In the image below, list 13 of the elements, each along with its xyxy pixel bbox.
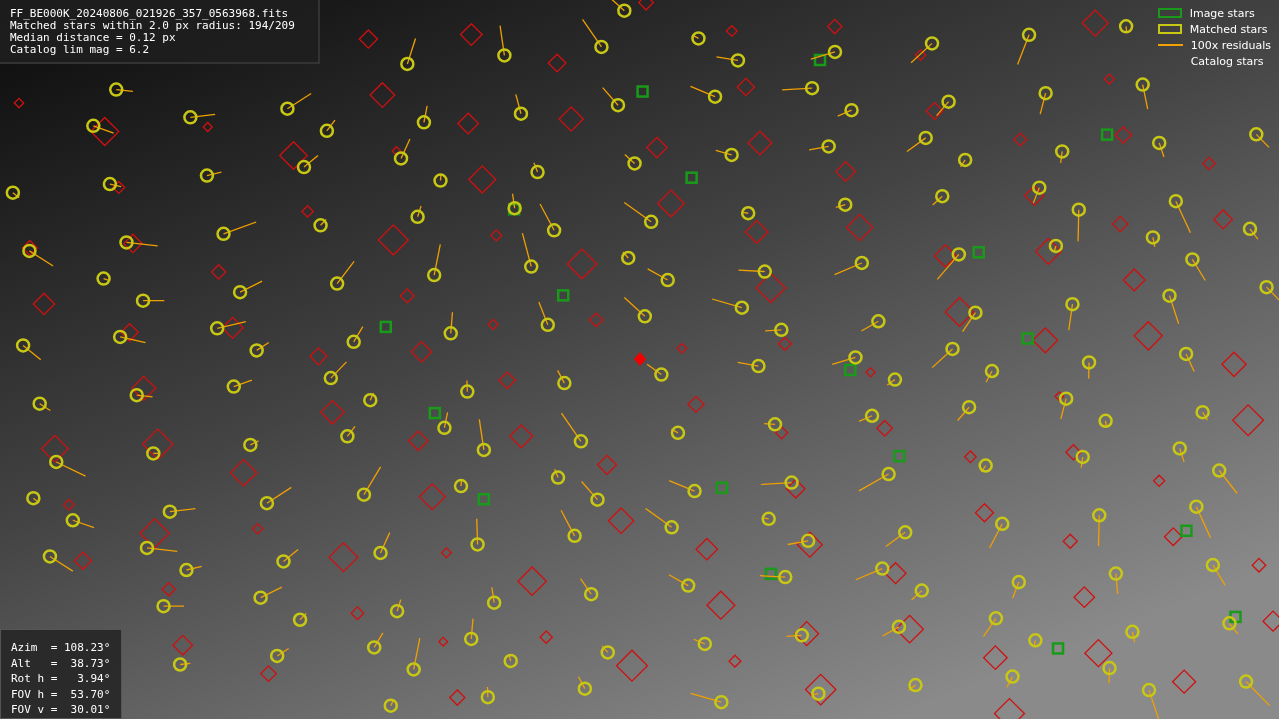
legend-label: Image stars: [1189, 6, 1255, 20]
legend-label: Matched stars: [1189, 22, 1268, 36]
pointing-text: Rot h = 3.94°: [11, 671, 112, 687]
pointing-text: FOV h = 53.70°: [11, 686, 112, 702]
pointing-text: Azim = 108.23°: [11, 640, 112, 656]
pointing-text: Alt = 38.73°: [11, 655, 112, 671]
info-text: Median distance = 0.12 px: [10, 32, 177, 44]
legend-label: 100x residuals: [1190, 38, 1271, 52]
info-text: Matched stars within 2.0 px radius: 194/209: [10, 20, 296, 32]
pointing-text: FOV v = 30.01°: [11, 702, 112, 718]
info-text: FF_BE000K_20240806_021926_357_0563968.fits: [10, 8, 290, 20]
legend-label: Catalog stars: [1190, 54, 1264, 68]
info-text: Catalog lim mag = 6.2: [10, 44, 151, 56]
